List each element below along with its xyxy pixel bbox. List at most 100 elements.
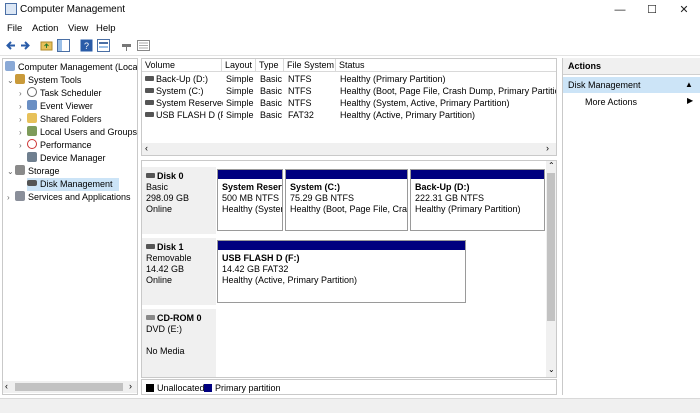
menu-view[interactable]: View (68, 23, 88, 34)
tree-item-disk-management[interactable]: Disk Management (27, 178, 119, 191)
tree-item-storage[interactable]: ⌄ Storage (7, 165, 60, 178)
partition-bar (218, 241, 465, 250)
actions-header: Actions (563, 58, 700, 75)
partition-status: Healthy (Active, Primary Partition) (222, 275, 358, 285)
cell-layout: Simple (226, 98, 254, 108)
tree-label: Performance (40, 140, 92, 150)
partition-size: 222.31 GB NTFS (415, 193, 485, 203)
column-header-type[interactable]: Type (256, 59, 284, 72)
settings-list-icon[interactable] (137, 39, 150, 52)
show-hide-tree-icon[interactable] (57, 39, 70, 52)
tree-item-event-viewer[interactable]: › Event Viewer (19, 100, 93, 113)
cell-type: Basic (260, 110, 283, 120)
cell-file-system: NTFS (288, 86, 312, 96)
menu-help[interactable]: Help (96, 23, 116, 34)
chevron-down-icon[interactable]: ⌄ (7, 165, 15, 178)
scroll-up-icon[interactable]: ⌃ (548, 161, 555, 170)
scroll-right-icon[interactable]: › (546, 143, 549, 153)
scroll-right-icon[interactable]: › (129, 381, 132, 391)
back-arrow-icon[interactable] (4, 39, 17, 52)
legend-label: Primary partition (215, 383, 281, 393)
volume-list-horizontal-scrollbar[interactable]: ‹ › (142, 143, 556, 155)
disk-management-icon (27, 180, 37, 186)
disk-state: Online (146, 275, 173, 285)
partition-system-c[interactable]: System (C:) 75.29 GB NTFS Healthy (Boot,… (285, 169, 408, 231)
legend-unallocated: Unallocated (146, 383, 205, 393)
disk-1-info[interactable]: Disk 1 Removable 14.42 GB Online (142, 238, 216, 306)
event-viewer-icon (27, 100, 37, 110)
partition-system-reserved[interactable]: System Reserv 500 MB NTFS Healthy (Syste… (217, 169, 283, 231)
legend-label: Unallocated (157, 383, 205, 393)
cdrom-0-info[interactable]: CD-ROM 0 DVD (E:) No Media (142, 309, 216, 377)
cell-file-system: NTFS (288, 74, 312, 84)
tree-label: Task Scheduler (40, 88, 102, 98)
shared-folder-icon (27, 113, 37, 123)
tree-item-performance[interactable]: › Performance (19, 139, 92, 152)
menu-action[interactable]: Action (32, 23, 58, 34)
tree-item-device-manager[interactable]: Device Manager (27, 152, 106, 165)
scroll-down-icon[interactable]: ⌄ (548, 365, 555, 374)
partition-size: 14.42 GB FAT32 (222, 264, 289, 274)
scroll-left-icon[interactable]: ‹ (5, 381, 8, 391)
disk-name: Disk 0 (157, 171, 184, 181)
tree-item-task-scheduler[interactable]: › Task Scheduler (19, 87, 102, 100)
maximize-button[interactable]: ☐ (640, 1, 664, 19)
disk-icon[interactable] (120, 39, 133, 52)
column-header-volume[interactable]: Volume (142, 59, 222, 72)
properties-icon[interactable] (97, 39, 110, 52)
partition-backup-d[interactable]: Back-Up (D:) 222.31 GB NTFS Healthy (Pri… (410, 169, 545, 231)
chevron-right-icon[interactable]: › (19, 100, 27, 113)
tree-item-system-tools[interactable]: ⌄ System Tools (7, 74, 81, 87)
disk-state: No Media (146, 346, 185, 356)
chevron-right-icon[interactable]: › (19, 126, 27, 139)
tree-label: Computer Management (Local (18, 62, 138, 72)
actions-section-disk-management[interactable]: Disk Management ▲ (563, 77, 700, 93)
disk-type: Basic (146, 182, 169, 192)
up-folder-icon[interactable] (40, 39, 53, 52)
disk-icon (146, 173, 155, 178)
disk-0-info[interactable]: Disk 0 Basic 298.09 GB Online (142, 167, 216, 235)
chevron-down-icon[interactable]: ⌄ (7, 74, 15, 87)
tree-item-root[interactable]: Computer Management (Local (5, 61, 138, 74)
tree-item-local-users[interactable]: › Local Users and Groups (19, 126, 137, 139)
more-actions-item[interactable]: More Actions (585, 95, 637, 109)
submenu-arrow-icon[interactable]: ▶ (687, 96, 693, 105)
chevron-right-icon[interactable]: › (19, 139, 27, 152)
disk-name: CD-ROM 0 (157, 313, 202, 323)
chevron-right-icon[interactable]: › (19, 87, 27, 100)
cell-layout: Simple (226, 74, 254, 84)
unallocated-swatch (146, 384, 154, 392)
help-icon[interactable]: ? (80, 39, 93, 52)
chevron-right-icon[interactable]: › (19, 113, 27, 126)
partition-usb-flash-f[interactable]: USB FLASH D (F:) 14.42 GB FAT32 Healthy … (217, 240, 466, 303)
disk-size: 14.42 GB (146, 264, 185, 274)
disk-map-vertical-scrollbar[interactable]: ⌃ ⌄ (546, 161, 556, 377)
computer-management-icon (5, 3, 17, 15)
scroll-thumb[interactable] (15, 383, 123, 391)
close-button[interactable]: ✕ (672, 1, 696, 19)
performance-icon (27, 139, 37, 149)
cell-status: Healthy (Boot, Page File, Crash Dump, Pr… (340, 86, 556, 96)
partition-status: Healthy (Syster (222, 204, 282, 214)
column-header-status[interactable]: Status (336, 59, 556, 72)
tree-item-services[interactable]: › Services and Applications (7, 191, 131, 204)
column-header-layout[interactable]: Layout (222, 59, 256, 72)
partition-name: System (C:) (290, 182, 341, 192)
scroll-thumb[interactable] (547, 173, 555, 321)
partition-name: Back-Up (D:) (415, 182, 470, 192)
chevron-right-icon[interactable]: › (7, 191, 15, 204)
tree-item-shared-folders[interactable]: › Shared Folders (19, 113, 102, 126)
tree-horizontal-scrollbar[interactable]: ‹ › (3, 381, 137, 393)
drive-icon (145, 88, 154, 93)
cell-volume: System (C:) (156, 86, 204, 96)
drive-icon (145, 100, 154, 105)
disk-type: DVD (E:) (146, 324, 182, 334)
forward-arrow-icon[interactable] (19, 39, 32, 52)
cell-volume: USB FLASH D (F:) (156, 110, 223, 120)
menu-file[interactable]: File (7, 23, 22, 34)
collapse-up-icon[interactable]: ▲ (685, 77, 693, 93)
minimize-button[interactable]: — (608, 1, 632, 19)
scroll-left-icon[interactable]: ‹ (145, 143, 148, 153)
volume-list: Volume Layout Type File System Status Ba… (141, 58, 557, 156)
column-header-file-system[interactable]: File System (284, 59, 336, 72)
